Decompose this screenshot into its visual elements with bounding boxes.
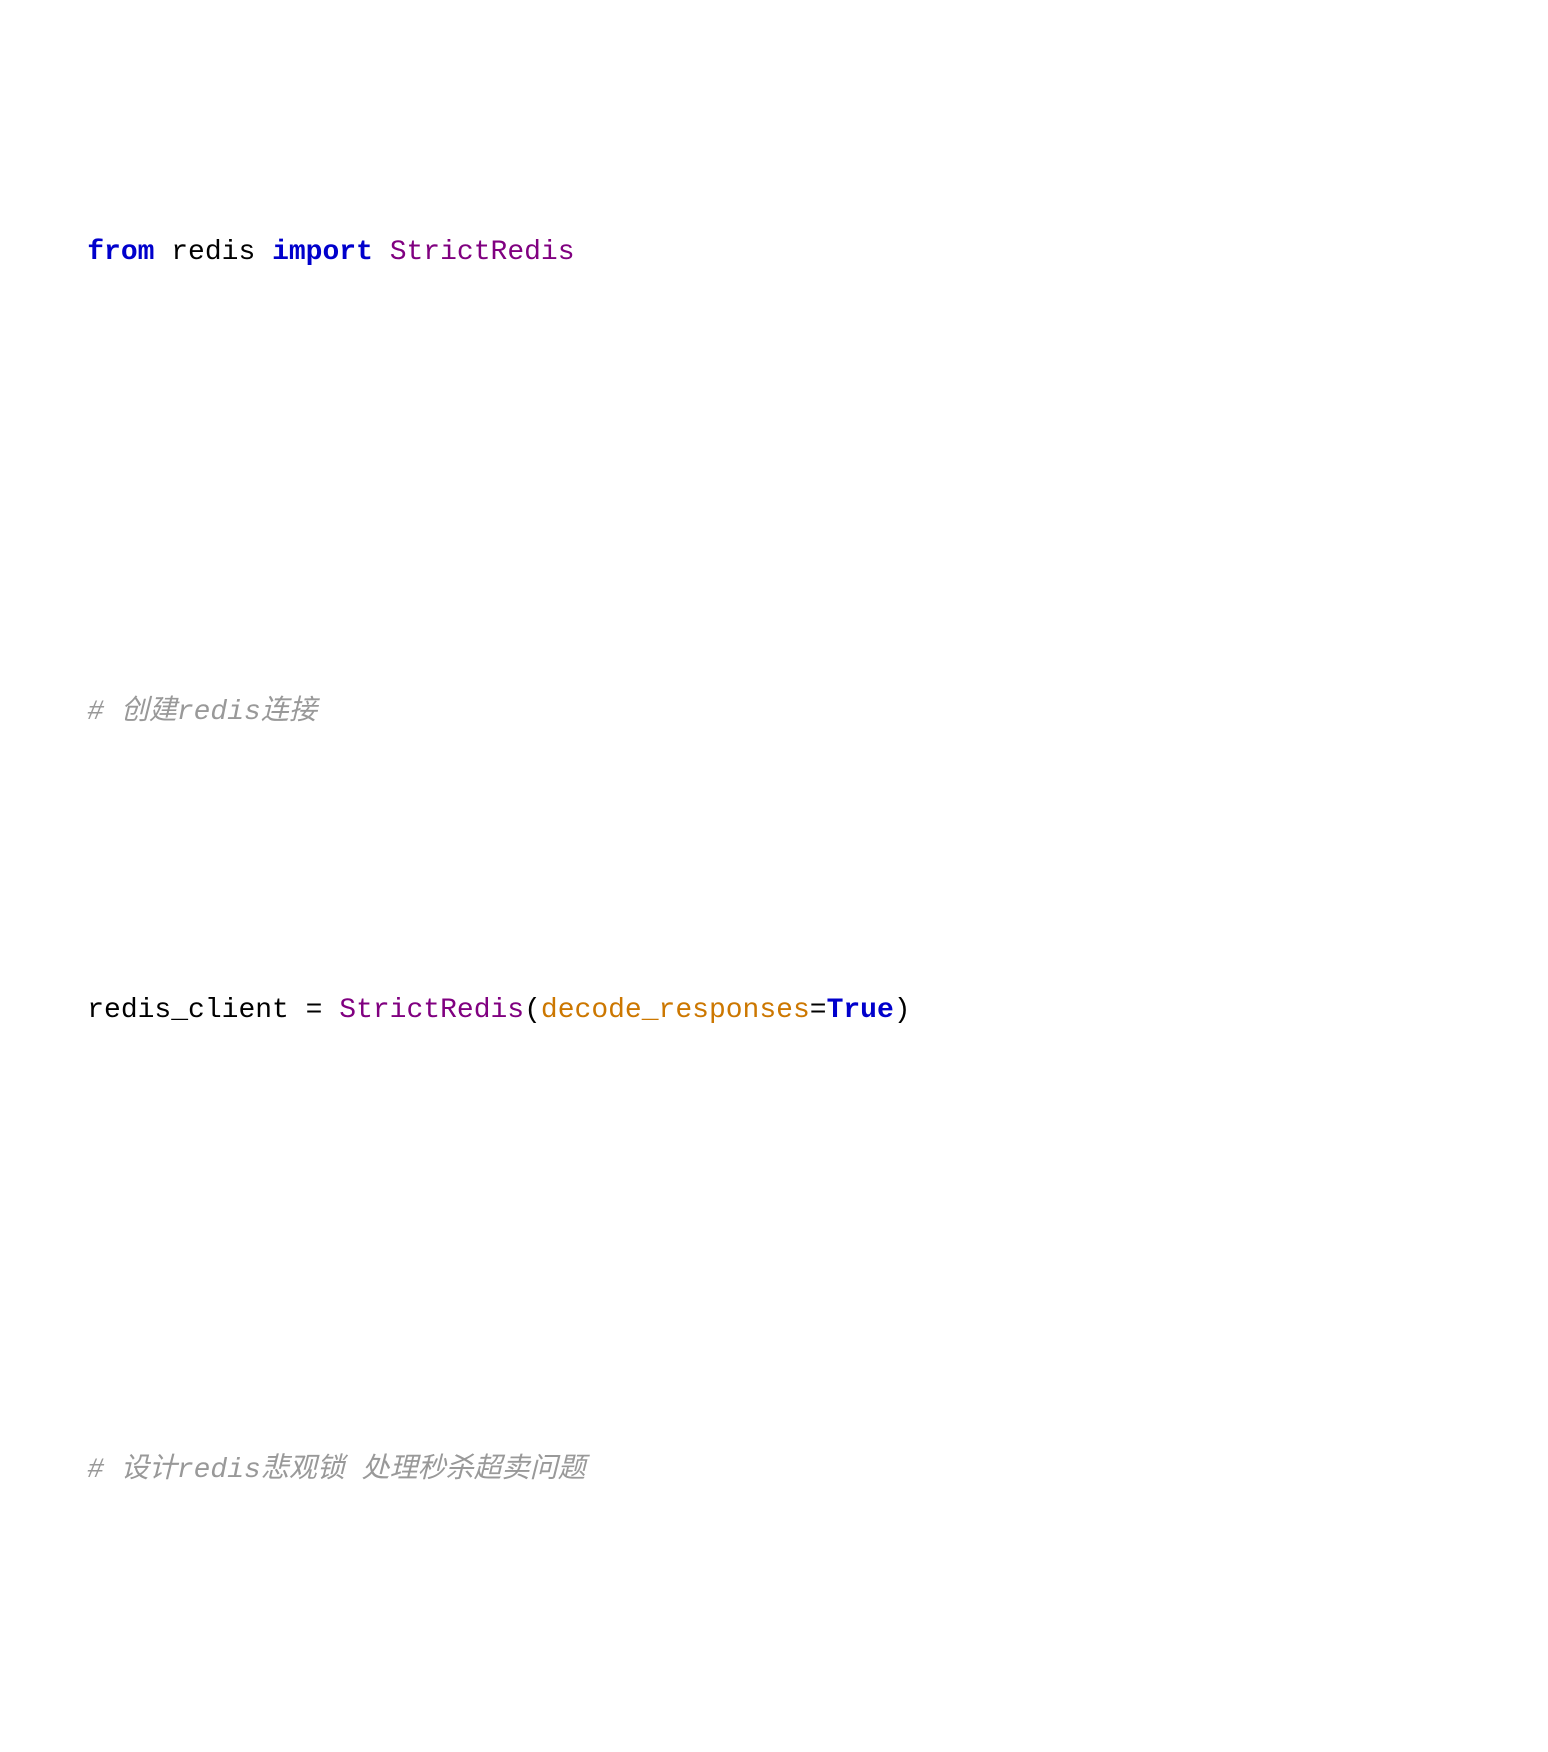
comment-pessimistic-lock: # 设计redis悲观锁 处理秒杀超卖问题 — [87, 1455, 585, 1486]
code-editor: from redis import StrictRedis # 创建redis连… — [20, 20, 1528, 1752]
kw-true: True — [827, 995, 894, 1026]
keyword-import: import — [272, 237, 373, 268]
line-import: from redis import StrictRedis — [20, 188, 1528, 318]
fn-strictredis: StrictRedis — [339, 995, 524, 1026]
var-redis-client: redis_client = — [87, 995, 339, 1026]
line-comment-1: # 创建redis连接 — [20, 648, 1528, 778]
empty-line-2 — [20, 1202, 1528, 1238]
comment-create-connection: # 创建redis连接 — [87, 697, 317, 728]
empty-line-3 — [20, 1662, 1528, 1698]
line-redis-client-init: redis_client = StrictRedis(decode_respon… — [20, 946, 1528, 1076]
empty-line-1 — [20, 444, 1528, 480]
keyword-from: from — [87, 237, 154, 268]
param-decode-responses: decode_responses — [541, 995, 810, 1026]
class-strictredis: StrictRedis — [373, 237, 575, 268]
text-redis: redis — [154, 237, 272, 268]
line-comment-2: # 设计redis悲观锁 处理秒杀超卖问题 — [20, 1406, 1528, 1536]
